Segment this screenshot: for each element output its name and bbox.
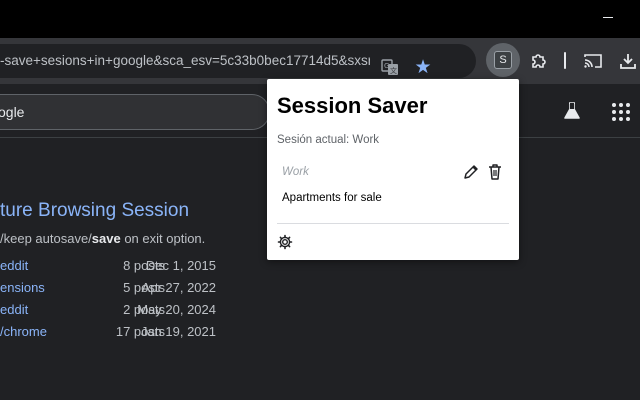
sitelink-link[interactable]: ensions xyxy=(0,280,45,295)
puzzle-icon[interactable] xyxy=(528,50,550,72)
sitelink-link[interactable]: eddit xyxy=(0,302,28,317)
settings-gear-icon[interactable] xyxy=(277,234,293,250)
snippet-highlight: save xyxy=(91,231,121,246)
browser-toolbar: -save+sesions+in+google&sca_esv=5c33b0be… xyxy=(0,38,640,84)
minimize-button[interactable] xyxy=(603,17,613,18)
sitelink-row: ensions 5 posts Apr 27, 2022 xyxy=(0,280,260,302)
session-saver-extension-icon: S xyxy=(494,51,512,69)
bookmark-star-icon[interactable]: ★ xyxy=(412,56,434,78)
result-title-link[interactable]: ture Browsing Session xyxy=(0,200,189,222)
search-input[interactable]: ogle xyxy=(0,94,270,130)
snippet-text: /keep autosave/ xyxy=(0,231,92,246)
saved-tab-entry[interactable]: Apartments for sale xyxy=(282,192,382,204)
current-session-label: Sesión actual: Work xyxy=(277,134,380,146)
sitelink-row: eddit 2 posts May 20, 2024 xyxy=(0,302,260,324)
address-bar[interactable]: -save+sesions+in+google&sca_esv=5c33b0be… xyxy=(0,44,476,78)
sitelink-date: Dec 1, 2015 xyxy=(145,258,216,273)
popup-divider xyxy=(277,223,509,224)
sitelink-link[interactable]: eddit xyxy=(0,258,28,273)
delete-trash-icon[interactable] xyxy=(486,163,504,181)
result-snippet: /keep autosave/save on exit option. xyxy=(0,231,205,246)
snippet-text-end: on exit option. xyxy=(120,231,206,246)
sitelink-date: Jan 19, 2021 xyxy=(140,324,216,339)
download-icon[interactable] xyxy=(617,50,639,72)
labs-flask-icon[interactable] xyxy=(561,100,583,122)
session-saver-extension-button[interactable]: S xyxy=(486,43,520,77)
popup-title: Session Saver xyxy=(277,93,428,118)
sitelink-date: May 20, 2024 xyxy=(137,302,216,317)
sitelink-link[interactable]: /chrome xyxy=(0,324,47,339)
google-apps-grid-icon[interactable] xyxy=(611,102,631,122)
browser-window: -save+sesions+in+google&sca_esv=5c33b0be… xyxy=(0,0,640,400)
sitelink-row: /chrome 17 posts Jan 19, 2021 xyxy=(0,324,260,346)
search-query-text[interactable]: ogle xyxy=(0,95,24,129)
session-saver-popup: Session Saver Sesión actual: Work Work A… xyxy=(267,79,519,260)
sitelink-date: Apr 27, 2022 xyxy=(141,280,216,295)
toolbar-divider xyxy=(564,52,566,69)
edit-pencil-icon[interactable] xyxy=(462,163,480,181)
svg-text:文: 文 xyxy=(390,66,397,75)
session-name[interactable]: Work xyxy=(282,166,309,178)
svg-text:G: G xyxy=(384,62,389,70)
cast-icon[interactable] xyxy=(582,50,604,72)
sitelink-row: eddit 8 posts Dec 1, 2015 xyxy=(0,258,260,280)
translate-icon[interactable]: G 文 xyxy=(380,57,400,77)
forum-sitelinks: eddit 8 posts Dec 1, 2015 ensions 5 post… xyxy=(0,258,260,346)
url-text[interactable]: -save+sesions+in+google&sca_esv=5c33b0be… xyxy=(0,44,370,78)
title-bar xyxy=(0,0,640,38)
